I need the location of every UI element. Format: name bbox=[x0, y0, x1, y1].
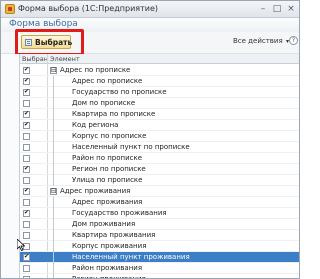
element-label: Населенный пункт проживания bbox=[72, 253, 190, 261]
row-checkbox[interactable] bbox=[23, 166, 30, 173]
row-checkbox[interactable] bbox=[23, 265, 30, 272]
element-table[interactable]: Выбран Элемент ⊟Адрес по пропискеАдрес п… bbox=[19, 54, 299, 279]
tree-connector bbox=[53, 164, 54, 175]
tree-connector bbox=[53, 241, 54, 252]
table-row[interactable]: Улица по прописке bbox=[20, 175, 299, 186]
tree-connector bbox=[53, 131, 54, 142]
element-label: Адрес проживания bbox=[72, 198, 143, 206]
table-row[interactable]: Квартира по прописке bbox=[20, 109, 299, 120]
tree-connector bbox=[53, 175, 54, 186]
row-checkbox[interactable] bbox=[23, 67, 30, 74]
form-window: Форма выбора (1С:Предприятие) – □ × Форм… bbox=[0, 0, 300, 279]
tree-connector bbox=[53, 120, 54, 131]
row-checkbox[interactable] bbox=[23, 254, 30, 261]
title-bar: Форма выбора (1С:Предприятие) – □ × bbox=[1, 1, 299, 18]
element-label: Государство проживания bbox=[72, 209, 167, 217]
table-row[interactable]: Дом по прописке bbox=[20, 98, 299, 109]
element-label: Адрес по прописке bbox=[60, 66, 131, 74]
row-checkbox[interactable] bbox=[23, 188, 30, 195]
app-logo-icon bbox=[5, 4, 15, 14]
tree-connector bbox=[53, 197, 54, 208]
column-header-selected[interactable]: Выбран bbox=[22, 55, 48, 63]
help-icon[interactable]: ? bbox=[289, 36, 298, 45]
tree-connector bbox=[53, 98, 54, 109]
row-checkbox[interactable] bbox=[23, 177, 30, 184]
element-label: Адрес по прописке bbox=[72, 77, 143, 85]
tree-connector bbox=[53, 263, 54, 274]
row-checkbox[interactable] bbox=[23, 144, 30, 151]
highlight-annotation bbox=[15, 29, 84, 56]
table-row[interactable]: Квартира проживания bbox=[20, 230, 299, 241]
close-button[interactable]: × bbox=[285, 3, 297, 15]
table-row[interactable]: Район проживания bbox=[20, 263, 299, 274]
tree-connector bbox=[53, 208, 54, 219]
element-label: Район по прописке bbox=[72, 154, 143, 162]
row-checkbox[interactable] bbox=[23, 232, 30, 239]
group-row[interactable]: ⊟Адрес по прописке bbox=[20, 65, 299, 76]
row-checkbox[interactable] bbox=[23, 199, 30, 206]
row-checkbox[interactable] bbox=[23, 111, 30, 118]
element-label: Регион проживания bbox=[72, 275, 146, 279]
form-title: Форма выбора bbox=[9, 19, 78, 29]
table-row[interactable]: Населенный пункт проживания bbox=[20, 252, 299, 263]
element-label: Код региона bbox=[72, 121, 119, 129]
element-label: Район проживания bbox=[72, 264, 143, 272]
element-label: Квартира по прописке bbox=[72, 110, 156, 118]
row-checkbox[interactable] bbox=[23, 133, 30, 140]
element-label: Дом по прописке bbox=[72, 99, 136, 107]
group-row[interactable]: ⊟Адрес проживания bbox=[20, 186, 299, 197]
tree-connector bbox=[53, 76, 54, 87]
row-checkbox[interactable] bbox=[23, 78, 30, 85]
tree-connector bbox=[53, 252, 54, 263]
element-label: Населенный пункт по прописке bbox=[72, 143, 190, 151]
minimize-button[interactable]: – bbox=[257, 3, 269, 15]
row-checkbox[interactable] bbox=[23, 89, 30, 96]
table-row[interactable]: Государство по прописке bbox=[20, 87, 299, 98]
table-row[interactable]: Код региона bbox=[20, 120, 299, 131]
row-checkbox[interactable] bbox=[23, 221, 30, 228]
table-row[interactable]: Адрес по прописке bbox=[20, 76, 299, 87]
tree-connector bbox=[53, 109, 54, 120]
tree-connector bbox=[53, 87, 54, 98]
tree-connector bbox=[53, 219, 54, 230]
element-label: Государство по прописке bbox=[72, 88, 167, 96]
table-row[interactable]: Корпус по прописке bbox=[20, 131, 299, 142]
table-row[interactable]: Государство проживания bbox=[20, 208, 299, 219]
element-label: Улица по прописке bbox=[72, 176, 143, 184]
collapse-icon[interactable]: ⊟ bbox=[50, 188, 57, 195]
row-checkbox[interactable] bbox=[23, 155, 30, 162]
row-checkbox[interactable] bbox=[23, 100, 30, 107]
table-row[interactable]: Адрес проживания bbox=[20, 197, 299, 208]
element-label: Адрес проживания bbox=[60, 187, 131, 195]
window-title: Форма выбора (1С:Предприятие) bbox=[18, 4, 158, 13]
column-header-element[interactable]: Элемент bbox=[50, 55, 80, 63]
element-label: Корпус по прописке bbox=[72, 132, 147, 140]
table-row[interactable]: Регион проживания bbox=[20, 274, 299, 279]
table-row[interactable]: Населенный пункт по прописке bbox=[20, 142, 299, 153]
maximize-button[interactable]: □ bbox=[271, 3, 283, 15]
table-row[interactable]: Дом проживания bbox=[20, 219, 299, 230]
element-label: Корпус проживания bbox=[72, 242, 147, 250]
element-label: Регион по прописке bbox=[72, 165, 146, 173]
all-actions-label: Все действия bbox=[233, 37, 283, 45]
tree-connector bbox=[53, 142, 54, 153]
collapse-icon[interactable]: ⊟ bbox=[50, 67, 57, 74]
tree-connector bbox=[53, 274, 54, 278]
tree-connector bbox=[53, 230, 54, 241]
element-label: Дом проживания bbox=[72, 220, 136, 228]
element-label: Квартира проживания bbox=[72, 231, 156, 239]
table-row[interactable]: Корпус проживания bbox=[20, 241, 299, 252]
tree-connector bbox=[53, 153, 54, 164]
table-row[interactable]: Район по прописке bbox=[20, 153, 299, 164]
row-checkbox[interactable] bbox=[23, 210, 30, 217]
mouse-cursor-icon bbox=[17, 239, 25, 251]
table-header: Выбран Элемент bbox=[20, 54, 299, 64]
row-checkbox[interactable] bbox=[23, 122, 30, 129]
all-actions-menu[interactable]: Все действия ▾ bbox=[233, 37, 289, 45]
table-row[interactable]: Регион по прописке bbox=[20, 164, 299, 175]
